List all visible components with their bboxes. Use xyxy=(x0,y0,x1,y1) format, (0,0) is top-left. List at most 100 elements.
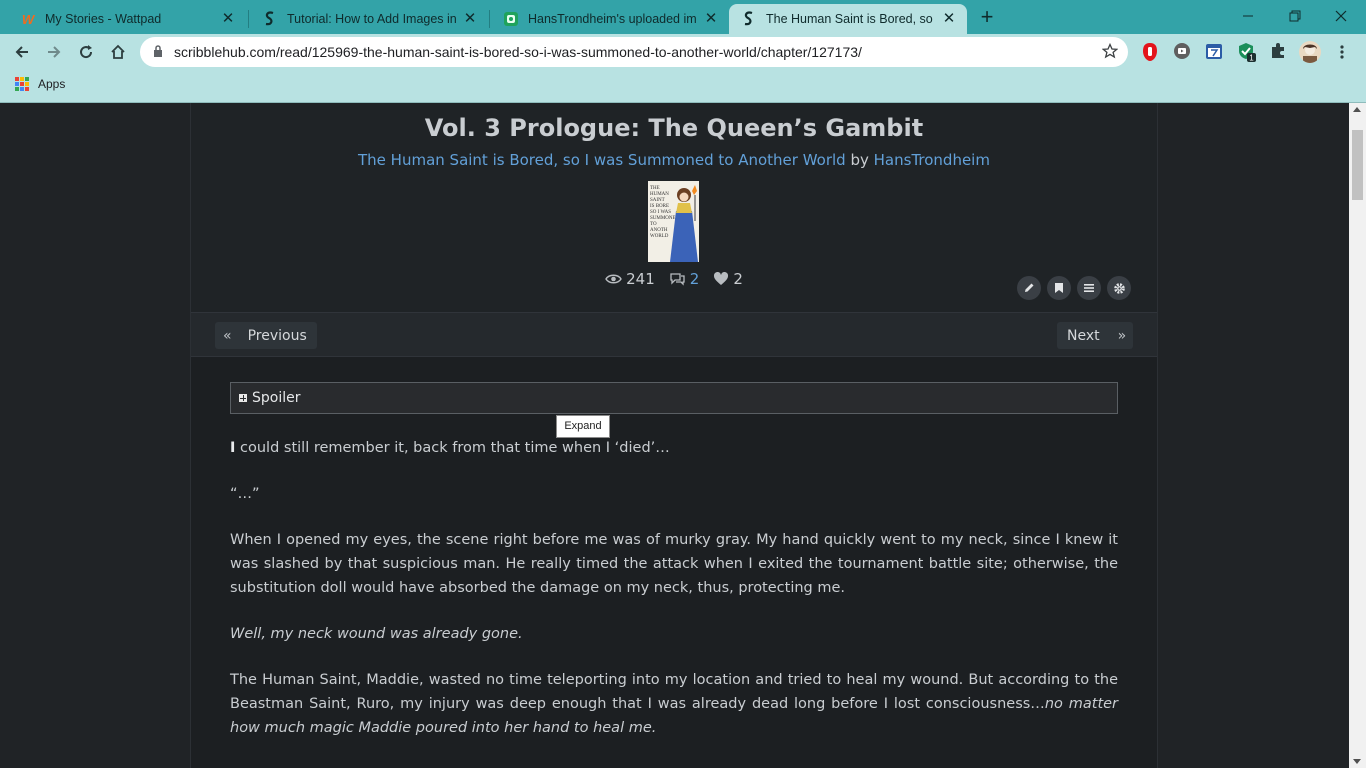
bookmark-button[interactable] xyxy=(1047,276,1071,300)
author-link[interactable]: HansTrondheim xyxy=(874,151,990,169)
browser-chrome: W My Stories - Wattpad ✕ Tutorial: How t… xyxy=(0,0,1366,103)
scribblehub-icon xyxy=(262,11,278,27)
browser-menu-button[interactable] xyxy=(1328,38,1356,66)
chapter-container: Vol. 3 Prologue: The Queen’s Gambit The … xyxy=(190,103,1158,768)
imgbox-icon xyxy=(503,11,519,27)
apps-label: Apps xyxy=(38,77,66,91)
profile-avatar[interactable] xyxy=(1299,41,1321,63)
address-bar[interactable]: scribblehub.com/read/125969-the-human-sa… xyxy=(140,37,1128,67)
tab-separator xyxy=(489,10,490,28)
favorites-stat[interactable]: 2 xyxy=(713,270,743,288)
comments-icon xyxy=(670,273,685,286)
cover-image[interactable]: THE HUMAN SAINT IS BORE SO I WAS SUMMONE… xyxy=(648,181,699,262)
cover-text-4: IS BORE xyxy=(650,204,669,209)
chapter-nav: « Previous Next » xyxy=(191,312,1157,357)
extensions-puzzle-icon[interactable] xyxy=(1269,42,1289,62)
cover-text-8: ANOTH xyxy=(650,228,668,233)
paragraph-text: The Human Saint, Maddie, wasted no time … xyxy=(230,672,1118,712)
tab-strip: W My Stories - Wattpad ✕ Tutorial: How t… xyxy=(0,0,1366,34)
gear-icon xyxy=(1113,282,1125,294)
list-icon xyxy=(1084,284,1094,292)
page-scrollbar[interactable] xyxy=(1349,103,1366,768)
close-icon[interactable]: ✕ xyxy=(462,11,478,27)
forward-button[interactable] xyxy=(40,38,68,66)
kebab-menu-icon xyxy=(1340,45,1344,59)
previous-button[interactable]: « Previous xyxy=(215,322,317,349)
scroll-down-arrow-icon[interactable] xyxy=(1353,759,1361,764)
bookmark-icon xyxy=(1055,283,1063,293)
paragraph: “…” xyxy=(230,486,260,502)
paragraph-text: could still remember it, back from that … xyxy=(235,440,670,456)
next-button[interactable]: Next » xyxy=(1057,322,1133,349)
wattpad-icon: W xyxy=(21,11,35,27)
heart-icon xyxy=(714,272,729,285)
tab-wattpad[interactable]: W My Stories - Wattpad ✕ xyxy=(8,4,246,34)
tab-title: The Human Saint is Bored, so I w xyxy=(766,12,935,26)
by-text: by xyxy=(850,151,869,169)
spoiler-box[interactable]: Spoiler xyxy=(230,382,1118,414)
eye-icon xyxy=(605,274,622,284)
expand-plus-icon[interactable] xyxy=(239,394,247,402)
comments-stat[interactable]: 2 xyxy=(669,270,700,288)
apps-grid-icon xyxy=(15,77,29,91)
shield-extension-icon[interactable]: 1 xyxy=(1237,42,1257,63)
tab-human-saint[interactable]: The Human Saint is Bored, so I w ✕ xyxy=(729,4,967,34)
back-button[interactable] xyxy=(8,38,36,66)
bookmarks-bar: Apps xyxy=(0,70,1366,100)
cover-text-3: SAINT xyxy=(650,198,665,203)
settings-button[interactable] xyxy=(1107,276,1131,300)
cover-text-2: HUMAN xyxy=(650,192,669,197)
close-icon[interactable]: ✕ xyxy=(703,11,719,27)
chapter-tools xyxy=(1017,276,1131,300)
restore-button[interactable] xyxy=(1272,0,1318,32)
tab-title: HansTrondheim's uploaded imag xyxy=(528,12,697,26)
expand-tooltip: Expand xyxy=(556,415,610,438)
chapter-title: Vol. 3 Prologue: The Queen’s Gambit xyxy=(424,114,924,142)
comments-count[interactable]: 2 xyxy=(690,270,700,288)
italic-text: Well, my neck wound was already gone. xyxy=(230,626,523,642)
adblock-icon[interactable] xyxy=(1141,42,1161,62)
lock-icon xyxy=(154,45,162,57)
tab-title: My Stories - Wattpad xyxy=(45,12,162,26)
byline: The Human Saint is Bored, so I was Summo… xyxy=(191,151,1157,169)
cover-text-5: SO I WAS xyxy=(650,210,671,215)
chapter-body: I could still remember it, back from tha… xyxy=(230,436,1118,762)
url-text: scribblehub.com/read/125969-the-human-sa… xyxy=(174,44,862,60)
reload-button[interactable] xyxy=(72,38,100,66)
cover-text-9: WORLD xyxy=(650,234,669,239)
home-button[interactable] xyxy=(104,38,132,66)
next-arrow-icon: » xyxy=(1117,327,1127,344)
cover-text-1: THE xyxy=(650,186,660,191)
page-viewport: Vol. 3 Prologue: The Queen’s Gambit The … xyxy=(0,103,1349,768)
chapter-stats: 241 2 2 xyxy=(191,270,1157,288)
home-icon xyxy=(111,44,125,59)
video-extension-icon[interactable] xyxy=(1173,42,1193,62)
edit-button[interactable] xyxy=(1017,276,1041,300)
paragraph: I could still remember it, back from tha… xyxy=(230,436,1118,460)
series-link[interactable]: The Human Saint is Bored, so I was Summo… xyxy=(358,151,846,169)
calendar-extension-icon[interactable] xyxy=(1205,42,1225,62)
apps-shortcut[interactable]: Apps xyxy=(15,77,65,91)
reload-icon xyxy=(80,45,93,59)
minimize-button[interactable] xyxy=(1225,0,1271,32)
tab-tutorial[interactable]: Tutorial: How to Add Images in Y ✕ xyxy=(250,4,488,34)
favorites-count: 2 xyxy=(733,270,743,288)
new-tab-button[interactable]: + xyxy=(976,6,998,29)
scroll-up-arrow-icon[interactable] xyxy=(1353,107,1361,112)
close-icon[interactable]: ✕ xyxy=(220,11,236,27)
tab-separator xyxy=(248,10,249,28)
tab-title: Tutorial: How to Add Images in Y xyxy=(287,12,456,26)
scribblehub-icon xyxy=(741,11,757,27)
scrollbar-thumb[interactable] xyxy=(1352,130,1363,200)
back-arrow-icon xyxy=(15,46,28,58)
toc-button[interactable] xyxy=(1077,276,1101,300)
bookmark-star-icon xyxy=(1102,43,1118,59)
tab-imgbox[interactable]: HansTrondheim's uploaded imag ✕ xyxy=(491,4,729,34)
paragraph: Well, my neck wound was already gone. xyxy=(230,622,1118,646)
close-window-button[interactable] xyxy=(1318,0,1364,32)
previous-arrow-icon: « xyxy=(223,327,232,344)
forward-arrow-icon xyxy=(48,46,61,58)
spoiler-label: Spoiler xyxy=(252,390,301,406)
close-icon[interactable]: ✕ xyxy=(941,11,957,27)
cover-text-6: SUMMONE xyxy=(650,216,676,221)
